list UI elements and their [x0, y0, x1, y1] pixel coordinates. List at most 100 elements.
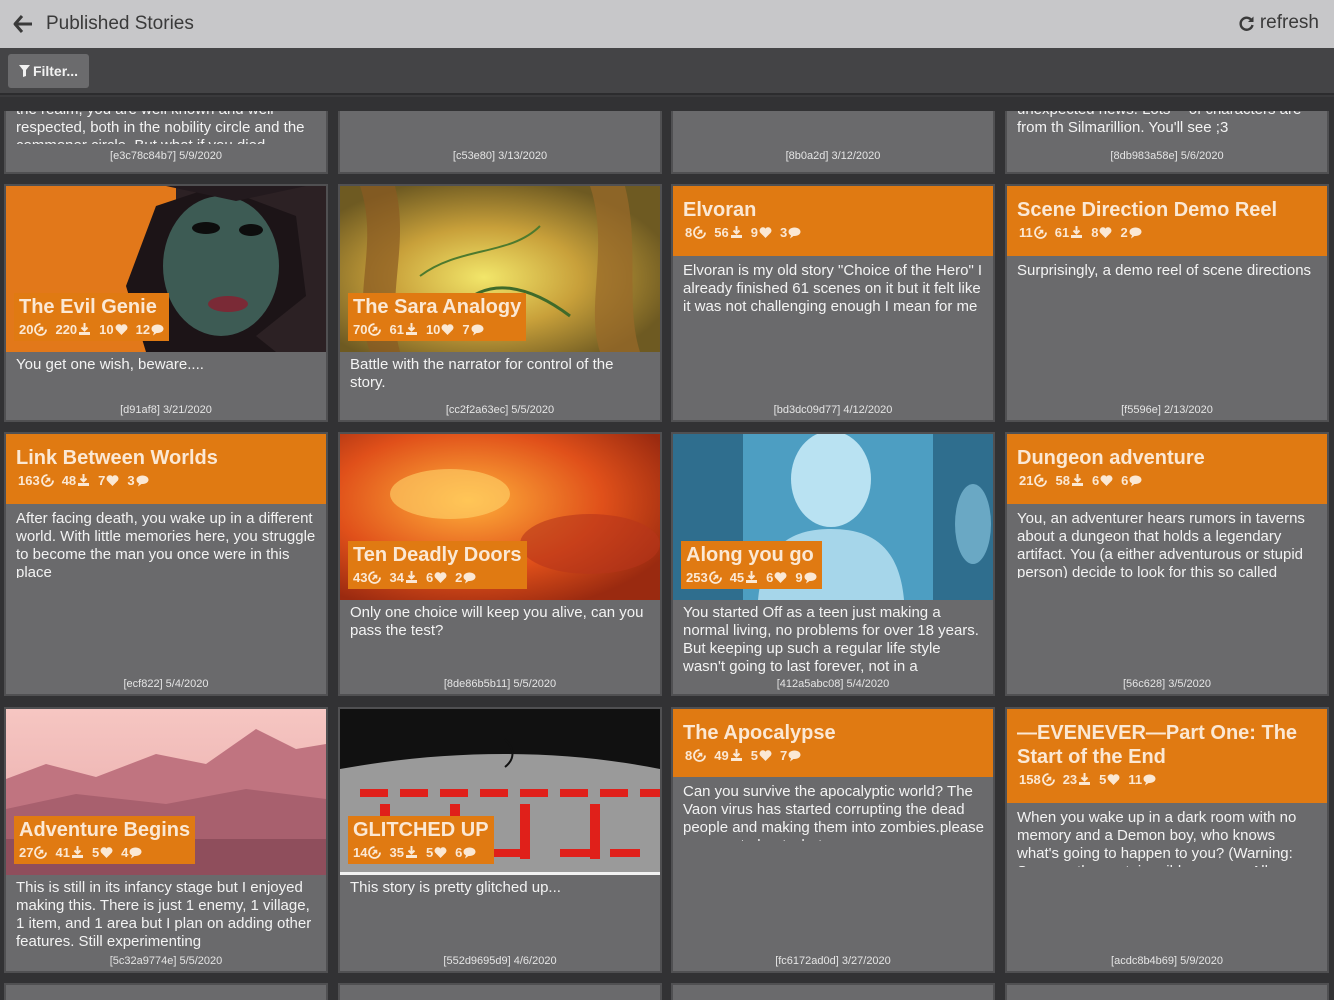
story-card[interactable]: GLITCHED UP 14 35 5 6 This story is pretty gl…: [338, 707, 662, 973]
story-title-overlay: Along you go 253 45 6 9: [681, 541, 822, 589]
stat-comments: 2: [455, 570, 476, 585]
stat-comments-value: 3: [779, 225, 788, 240]
stat-downloads-value: 49: [714, 748, 729, 763]
stat-plays: 8: [685, 748, 707, 763]
story-description: Elvoran is my old story "Choice of the H…: [683, 262, 983, 315]
story-header: —EVENEVER—Part One: The Start of the End…: [1007, 709, 1327, 803]
story-title: —EVENEVER—Part One: The Start of the End: [1017, 722, 1298, 768]
story-card-partial[interactable]: the realm, you are well known and well r…: [4, 111, 328, 174]
story-title: Elvoran: [683, 199, 757, 221]
story-description: Only one choice will keep you alive, can…: [350, 604, 644, 639]
story-card-partial[interactable]: [338, 983, 662, 1000]
stat-plays-value: 21: [1019, 473, 1034, 488]
story-card[interactable]: Along you go 253 45 6 9 You started Off as a …: [671, 432, 995, 696]
filter-icon: [18, 65, 30, 77]
play-count-icon: [34, 846, 48, 859]
story-card[interactable]: Link Between Worlds 163 48 7 3 After facing d…: [4, 432, 328, 696]
story-meta: [552d9695d9] 4/6/2020: [443, 955, 557, 967]
story-description: Surprisingly, a demo reel of scene direc…: [1017, 262, 1312, 279]
story-card[interactable]: Elvoran 8 56 9 3 Elvoran is my old story "Cho…: [671, 184, 995, 422]
story-card[interactable]: The Sara Analogy 70 61 10 7 Battle with the n…: [338, 184, 662, 422]
stat-plays: 14: [353, 845, 382, 860]
comment-icon: [804, 571, 817, 584]
story-card[interactable]: Ten Deadly Doors 43 34 6 2 Only one choice wi…: [338, 432, 662, 696]
stat-likes: 10: [99, 322, 128, 337]
stat-comments-value: 11: [1128, 772, 1143, 787]
stat-comments: 4: [121, 845, 142, 860]
heart-icon: [434, 571, 447, 584]
story-description: unexpected news. Lots -- of characters a…: [1017, 111, 1301, 136]
stat-comments: 11: [1128, 772, 1156, 787]
top-bar: Published Stories refresh: [0, 0, 1334, 48]
stat-plays-value: 14: [353, 845, 368, 860]
back-button[interactable]: [0, 0, 46, 48]
stat-comments-value: 6: [1121, 473, 1129, 488]
stat-downloads: 23: [1063, 772, 1091, 787]
story-card-partial[interactable]: [c53e80] 3/13/2020: [338, 111, 662, 174]
stat-likes-value: 10: [99, 322, 114, 337]
page-title: Published Stories: [46, 13, 194, 34]
story-description: This story is pretty glitched up...: [350, 879, 561, 896]
story-meta: [412a5abc08] 5/4/2020: [776, 678, 890, 690]
stat-likes-value: 5: [91, 845, 100, 860]
story-card[interactable]: Dungeon adventure 21 58 6 6 You, an adventure…: [1005, 432, 1329, 696]
story-stats: 14 35 5 6: [353, 845, 489, 860]
arrow-left-icon: [13, 15, 32, 33]
stat-plays: 253: [686, 570, 722, 585]
stat-downloads: 35: [389, 845, 417, 860]
story-card-partial[interactable]: [4, 983, 328, 1000]
play-count-icon: [34, 323, 48, 336]
stat-plays-value: 11: [1019, 225, 1033, 240]
story-meta: [cc2f2a63ec] 5/5/2020: [445, 404, 555, 416]
download-icon: [71, 846, 84, 859]
stat-plays: 11: [1019, 225, 1047, 240]
download-icon: [1071, 474, 1084, 487]
story-card[interactable]: Adventure Begins 27 41 5 4 This is still in i…: [4, 707, 328, 973]
story-meta: [f5596e] 2/13/2020: [1121, 404, 1213, 416]
stat-likes: 5: [1099, 772, 1120, 787]
story-meta: [d91af8] 3/21/2020: [120, 404, 212, 416]
heart-icon: [106, 474, 119, 487]
comment-icon: [471, 323, 484, 336]
filter-button[interactable]: Filter...: [8, 54, 89, 88]
story-card[interactable]: The Evil Genie 20 220 10 12 You get one wish,…: [4, 184, 328, 422]
story-title: Adventure Begins: [19, 819, 191, 841]
stat-plays: 21: [1019, 473, 1048, 488]
stat-plays-value: 43: [353, 570, 368, 585]
story-card-partial[interactable]: [671, 983, 995, 1000]
stat-downloads-value: 34: [389, 570, 404, 585]
stat-comments: 3: [780, 225, 801, 240]
story-card-partial[interactable]: [1005, 983, 1329, 1000]
play-count-icon: [368, 323, 382, 336]
story-title: GLITCHED UP: [353, 819, 489, 841]
download-icon: [1070, 226, 1083, 239]
story-title-overlay: GLITCHED UP 14 35 5 6: [348, 816, 494, 864]
story-card[interactable]: The Apocalypse 8 49 5 7 Can you survive the a…: [671, 707, 995, 973]
story-card[interactable]: Scene Direction Demo Reel 11 61 8 2 Surprisin…: [1005, 184, 1329, 422]
stat-comments: 3: [127, 473, 149, 488]
story-header: Dungeon adventure 21 58 6 6: [1007, 434, 1327, 504]
story-stats: 20 220 10 12: [19, 322, 164, 337]
stat-downloads: 220: [55, 322, 91, 337]
story-description: This is still in its infancy stage but I…: [16, 879, 312, 950]
story-title: The Evil Genie: [19, 296, 157, 318]
stat-downloads: 61: [1055, 225, 1083, 240]
stat-plays-value: 20: [19, 322, 34, 337]
stat-comments-value: 7: [779, 748, 788, 763]
stat-likes-value: 5: [425, 845, 434, 860]
story-card[interactable]: —EVENEVER—Part One: The Start of the End…: [1005, 707, 1329, 973]
story-card-partial[interactable]: [8b0a2d] 3/12/2020: [671, 111, 995, 174]
stat-likes-value: 8: [1091, 225, 1099, 240]
heart-icon: [100, 846, 113, 859]
story-stats: 158 23 5 11: [1007, 772, 1327, 787]
stat-downloads: 34: [389, 570, 417, 585]
stat-downloads-value: 220: [55, 322, 78, 337]
stat-likes-value: 5: [1099, 772, 1107, 787]
heart-icon: [1099, 226, 1112, 239]
stat-plays: 20: [19, 322, 48, 337]
story-description: You get one wish, beware....: [16, 356, 204, 373]
story-stats: 8 56 9 3: [673, 225, 993, 240]
stat-comments: 12: [136, 322, 164, 337]
story-card-partial[interactable]: unexpected news. Lots -- of characters a…: [1005, 111, 1329, 174]
refresh-button[interactable]: refresh: [1238, 12, 1319, 34]
